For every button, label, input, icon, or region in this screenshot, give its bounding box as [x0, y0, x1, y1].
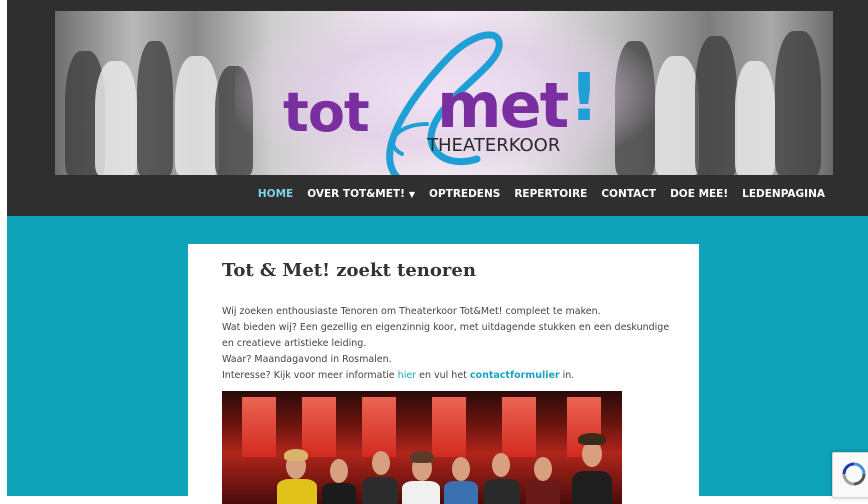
photo-singer — [578, 433, 606, 445]
nav-item-label: OVER TOT&MET! — [307, 188, 405, 200]
photo-stage-panel — [502, 397, 536, 457]
logo-word-tot: tot — [283, 81, 370, 144]
banner-photo-figure — [175, 56, 219, 175]
interest-prefix: Interesse? Kijk voor meer informatie — [222, 370, 398, 381]
nav-item-ledenpagina[interactable]: LEDENPAGINA — [742, 188, 825, 200]
site-logo[interactable]: tot met ! THEATERKOOR — [277, 29, 637, 175]
photo-singer — [572, 471, 612, 504]
post-line: Waar? Maandagavond in Rosmalen. — [222, 354, 392, 365]
banner-photo-figure — [735, 61, 775, 175]
post-title: Tot & Met! zoekt tenoren — [222, 260, 476, 281]
nav-item-home[interactable]: HOME — [258, 188, 293, 200]
logo-exclamation: ! — [569, 59, 600, 136]
photo-stage-panel — [242, 397, 276, 457]
photo-singer — [277, 479, 317, 504]
post-body: Wij zoeken enthousiaste Tenoren om Theat… — [222, 304, 672, 384]
photo-singer — [372, 451, 390, 475]
nav-item-contact[interactable]: CONTACT — [601, 188, 656, 200]
photo-singer — [492, 453, 510, 477]
post-interest-line: Interesse? Kijk voor meer informatie hie… — [222, 368, 672, 384]
site-header: tot met ! THEATERKOOR HOME OVER TOT&MET!… — [7, 0, 868, 216]
nav-item-repertoire[interactable]: REPERTOIRE — [514, 188, 587, 200]
post-card: Tot & Met! zoekt tenoren Wij zoeken enth… — [188, 244, 699, 504]
banner-photo-figure — [655, 56, 699, 175]
caret-down-icon: ▼ — [408, 190, 416, 199]
photo-singer — [362, 477, 398, 504]
photo-stage-panel — [362, 397, 396, 457]
logo-subtitle: THEATERKOOR — [427, 135, 561, 156]
post-line: Wat bieden wij? Een gezellig en eigenzin… — [222, 322, 670, 349]
banner-photo-figure — [775, 31, 821, 175]
photo-singer — [534, 457, 552, 481]
header-banner: tot met ! THEATERKOOR — [55, 11, 833, 175]
nav-item-doe-mee[interactable]: DOE MEE! — [670, 188, 728, 200]
post-line: Wij zoeken enthousiaste Tenoren om Theat… — [222, 306, 601, 317]
logo-word-met: met — [437, 69, 569, 142]
nav-item-over-totmet[interactable]: OVER TOT&MET! ▼ — [307, 188, 415, 200]
photo-singer — [444, 481, 478, 504]
interest-suffix: in. — [559, 370, 575, 381]
choir-photo — [222, 391, 622, 504]
banner-photo-figure — [95, 61, 137, 175]
nav-item-optredens[interactable]: OPTREDENS — [429, 188, 500, 200]
photo-singer — [322, 483, 356, 504]
banner-photo-figure — [695, 36, 737, 175]
banner-photo-figure — [137, 41, 173, 175]
interest-middle: en vul het — [416, 370, 470, 381]
photo-singer — [410, 451, 434, 463]
photo-singer — [330, 459, 348, 483]
recaptcha-icon — [842, 462, 866, 486]
main-content: Tot & Met! zoekt tenoren Wij zoeken enth… — [7, 216, 868, 504]
link-hier[interactable]: hier — [398, 370, 416, 381]
photo-singer — [526, 481, 560, 504]
photo-stage-panel — [302, 397, 336, 457]
photo-singer — [284, 449, 308, 461]
main-nav: HOME OVER TOT&MET! ▼ OPTREDENS REPERTOIRE… — [258, 188, 825, 200]
link-contactformulier[interactable]: contactformulier — [470, 370, 560, 381]
page-margin — [0, 0, 7, 496]
recaptcha-badge[interactable] — [832, 452, 868, 498]
photo-singer — [452, 457, 470, 481]
photo-singer — [484, 479, 520, 504]
photo-singer — [402, 481, 440, 504]
photo-stage-panel — [432, 397, 466, 457]
